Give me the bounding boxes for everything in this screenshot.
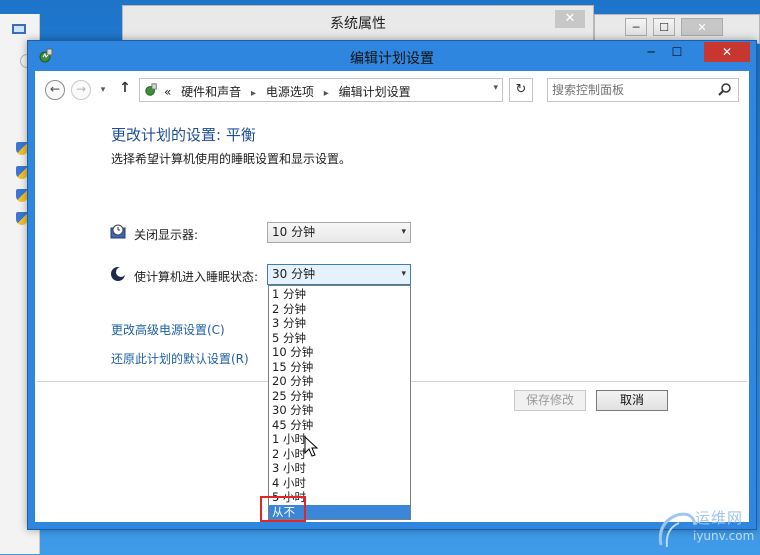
sleep-dropdown-list[interactable]: 1 分钟 2 分钟 3 分钟 5 分钟 10 分钟 15 分钟 20 分钟 25 分钟 30 分… <box>268 285 411 520</box>
page-description: 选择希望计算机使用的睡眠设置和显示设置。 <box>111 152 352 166</box>
minimize-button[interactable]: ─ <box>638 42 664 62</box>
dropdown-option[interactable]: 10 分钟 <box>269 345 410 360</box>
up-button[interactable]: ↑ <box>115 80 135 100</box>
sleep-select[interactable]: 30 分钟 ▾ <box>267 264 411 285</box>
dropdown-option[interactable]: 2 小时 <box>269 447 410 462</box>
dropdown-option[interactable]: 20 分钟 <box>269 374 410 389</box>
dropdown-option[interactable]: 3 小时 <box>269 461 410 476</box>
display-clock-icon <box>110 224 126 239</box>
address-dropdown-button[interactable]: ▾ <box>493 83 498 93</box>
maximize-button[interactable]: ☐ <box>664 42 690 62</box>
dropdown-option[interactable]: 45 分钟 <box>269 418 410 433</box>
navigation-bar: ← → ▾ ↑ « 硬件和声音 ▸ 电源选项 ▸ 编辑计划设置 ▾ ↻ 搜索控制… <box>43 77 741 105</box>
search-input[interactable] <box>552 82 712 98</box>
forward-button[interactable]: → <box>71 80 91 100</box>
cancel-button[interactable]: 取消 <box>596 390 668 411</box>
dropdown-option[interactable]: 3 分钟 <box>269 316 410 331</box>
breadcrumb-separator[interactable]: ▸ <box>324 88 329 99</box>
watermark-text-en: iyunv.com <box>693 529 755 543</box>
monitor-icon <box>12 24 26 34</box>
turn-off-display-label: 关闭显示器: <box>134 228 199 242</box>
control-panel-icon <box>145 83 157 96</box>
dropdown-option[interactable]: 5 分钟 <box>269 331 410 346</box>
address-bar[interactable]: « 硬件和声音 ▸ 电源选项 ▸ 编辑计划设置 ▾ <box>139 78 503 102</box>
title-bar[interactable]: 编辑计划设置 ─ ☐ ✕ <box>28 41 756 71</box>
sleep-label: 使计算机进入睡眠状态: <box>134 270 259 284</box>
turn-off-display-select[interactable]: 10 分钟 ▾ <box>267 222 411 243</box>
edit-plan-settings-window: 编辑计划设置 ─ ☐ ✕ ← → ▾ ↑ « 硬件和声音 ▸ 电源选项 ▸ 编辑… <box>27 40 757 530</box>
save-changes-button[interactable]: 保存修改 <box>514 390 586 411</box>
breadcrumb-hardware-sound[interactable]: 硬件和声音 <box>181 85 241 99</box>
system-properties-title: 系统属性 <box>330 16 386 32</box>
search-box[interactable] <box>547 78 739 102</box>
chevron-down-icon: ▾ <box>401 269 406 279</box>
window-client-area: ← → ▾ ↑ « 硬件和声音 ▸ 电源选项 ▸ 编辑计划设置 ▾ ↻ 搜索控制… <box>35 71 749 522</box>
close-button[interactable]: ✕ <box>704 42 750 62</box>
breadcrumb: « 硬件和声音 ▸ 电源选项 ▸ 编辑计划设置 <box>164 83 411 100</box>
breadcrumb-separator[interactable]: ▸ <box>251 88 256 99</box>
dropdown-option[interactable]: 15 分钟 <box>269 360 410 375</box>
bg-close-button[interactable]: ✕ <box>681 18 723 36</box>
breadcrumb-prefix[interactable]: « <box>164 85 171 99</box>
refresh-button[interactable]: ↻ <box>509 78 533 102</box>
dropdown-option[interactable]: 30 分钟 <box>269 403 410 418</box>
system-properties-close-button[interactable]: ✕ <box>555 10 585 28</box>
turn-off-display-value: 10 分钟 <box>272 225 316 239</box>
dropdown-option[interactable]: 1 分钟 <box>269 287 410 302</box>
back-button[interactable]: ← <box>45 80 65 100</box>
sleep-value: 30 分钟 <box>272 267 316 281</box>
advanced-power-settings-link[interactable]: 更改高级电源设置(C) <box>111 321 225 338</box>
breadcrumb-power-options[interactable]: 电源选项 <box>266 85 314 99</box>
dropdown-option[interactable]: 25 分钟 <box>269 389 410 404</box>
dropdown-option[interactable]: 1 小时 <box>269 432 410 447</box>
watermark: 运维网 iyunv.com <box>655 505 755 551</box>
bg-minimize-button[interactable]: ─ <box>625 18 647 36</box>
chevron-down-icon: ▾ <box>401 227 406 237</box>
highlight-annotation-box <box>260 496 306 522</box>
mouse-cursor-icon <box>304 436 319 457</box>
moon-icon <box>111 267 126 281</box>
watermark-logo-icon <box>658 512 697 548</box>
bg-maximize-button[interactable]: ☐ <box>653 18 675 36</box>
recent-locations-button[interactable]: ▾ <box>97 82 109 102</box>
search-icon[interactable] <box>718 82 732 96</box>
breadcrumb-edit-plan[interactable]: 编辑计划设置 <box>339 85 411 99</box>
dropdown-option[interactable]: 2 分钟 <box>269 302 410 317</box>
system-properties-window[interactable]: 系统属性 ✕ <box>122 5 594 45</box>
restore-defaults-link[interactable]: 还原此计划的默认设置(R) <box>111 350 249 367</box>
page-title: 更改计划的设置: 平衡 <box>111 126 256 144</box>
watermark-text-cn: 运维网 <box>695 509 744 527</box>
dropdown-option[interactable]: 4 小时 <box>269 476 410 491</box>
